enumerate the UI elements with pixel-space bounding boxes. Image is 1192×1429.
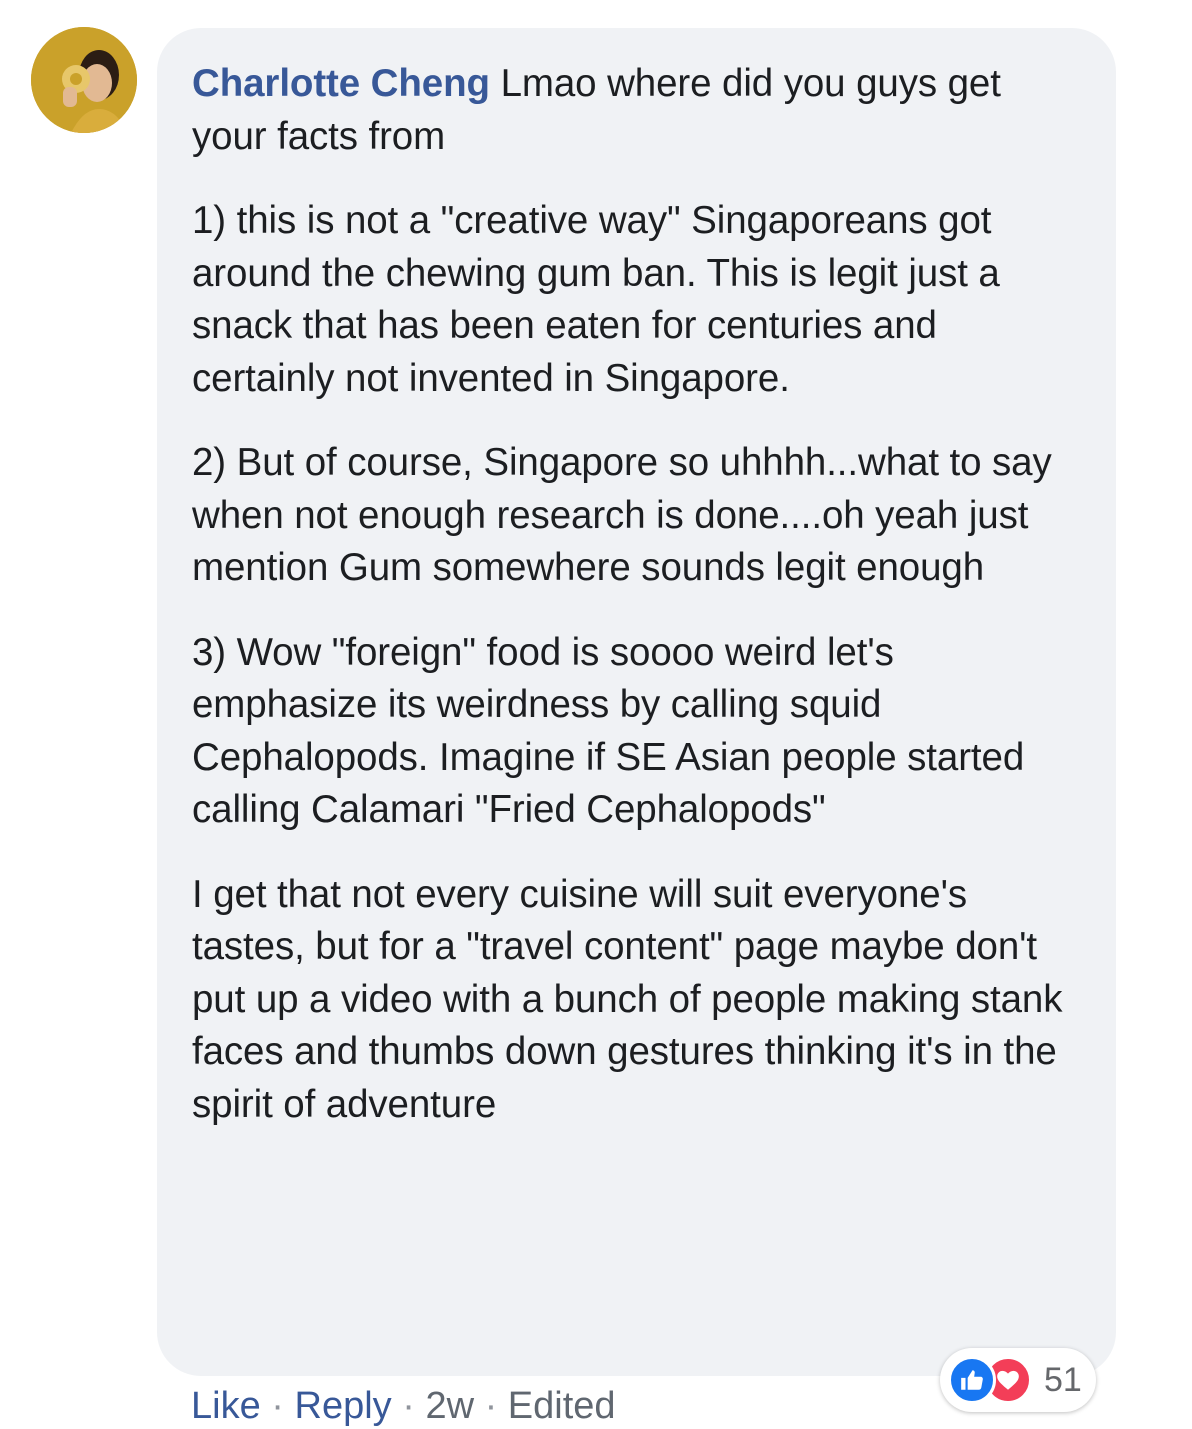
comment-paragraph: 1) this is not a "creative way" Singapor… [192,199,1000,400]
timestamp-link[interactable]: 2w [425,1385,474,1427]
comment-paragraph: 3) Wow "foreign" food is soooo weird let… [192,630,1025,832]
separator: · [402,1385,415,1427]
avatar[interactable] [31,27,137,133]
like-icon [948,1356,996,1404]
comment-actions: Like · Reply · 2w · Edited [191,1383,616,1429]
comment-bubble: Charlotte Cheng Lmao where did you guys … [157,28,1116,1376]
like-link[interactable]: Like [191,1385,261,1427]
author-name-link[interactable]: Charlotte Cheng [192,62,490,105]
comment-paragraph: I get that not every cuisine will suit e… [192,872,1063,1126]
edited-label[interactable]: Edited [508,1385,616,1427]
reactions-summary[interactable]: 51 [940,1348,1096,1412]
separator: · [271,1385,284,1427]
comment-paragraph: Charlotte Cheng Lmao where did you guys … [192,58,1082,163]
reaction-count: 51 [1044,1360,1082,1399]
reply-link[interactable]: Reply [295,1385,392,1427]
comment-paragraph: 2) But of course, Singapore so uhhhh...w… [192,441,1052,589]
separator: · [484,1385,498,1427]
